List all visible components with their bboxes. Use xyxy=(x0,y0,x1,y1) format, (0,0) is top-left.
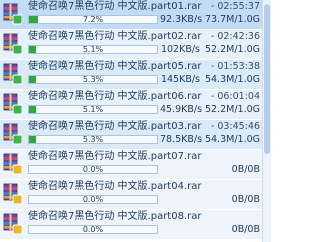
progress-percent: 0.0% xyxy=(82,195,104,204)
rar-archive-icon xyxy=(2,63,23,85)
progress-percent: 5.1% xyxy=(82,105,104,114)
downloaded-size: 54.3M/1.0G xyxy=(204,74,260,85)
time-remaining: - 06:01:04 xyxy=(210,91,260,102)
rar-archive-icon xyxy=(2,123,23,145)
downloaded-size: 52.2M/1.0G xyxy=(204,104,260,115)
progress-bar: 5.1% xyxy=(28,105,158,114)
download-row[interactable]: 使命召唤7黑色行动 中文版.part04.rar 0.0% 0B/0B xyxy=(0,180,262,210)
scrollbar-thumb[interactable] xyxy=(264,4,270,154)
file-name: 使命召唤7黑色行动 中文版.part02.rar xyxy=(28,31,202,42)
downloaded-size: 73.7M/1.0G xyxy=(204,14,260,25)
rar-archive-icon xyxy=(2,153,23,175)
time-remaining: - 02:55:37 xyxy=(210,1,260,12)
download-list: 使命召唤7黑色行动 中文版.part01.rar - 02:55:37 7.2%… xyxy=(0,0,262,242)
file-name: 使命召唤7黑色行动 中文版.part05.rar xyxy=(28,61,202,72)
progress-percent: 5.3% xyxy=(82,135,104,144)
rar-archive-icon xyxy=(2,183,23,205)
download-speed: 102KB/s xyxy=(160,44,200,55)
download-speed: 92.3KB/s xyxy=(160,14,203,25)
download-row[interactable]: 使命召唤7黑色行动 中文版.part03.rar - 03:45:46 5.3%… xyxy=(0,120,262,150)
download-row[interactable]: 使命召唤7黑色行动 中文版.part02.rar - 02:42:36 5.1%… xyxy=(0,30,262,60)
download-row[interactable]: 使命召唤7黑色行动 中文版.part08.rar 0.0% 0B/0B xyxy=(0,210,262,240)
progress-bar: 5.1% xyxy=(28,45,158,54)
download-row[interactable]: 使命召唤7黑色行动 中文版.part06.rar - 06:01:04 5.1%… xyxy=(0,90,262,120)
downloaded-size: 0B/0B xyxy=(231,194,260,205)
download-row[interactable]: 使命召唤7黑色行动 中文版.part05.rar - 01:53:38 5.3%… xyxy=(0,60,262,90)
time-remaining: - 02:42:36 xyxy=(210,31,260,42)
rar-archive-icon xyxy=(2,33,23,55)
rar-archive-icon xyxy=(2,213,23,235)
progress-percent: 0.0% xyxy=(82,165,104,174)
progress-bar: 5.3% xyxy=(28,75,158,84)
file-name: 使命召唤7黑色行动 中文版.part04.rar xyxy=(28,181,202,192)
progress-percent: 5.1% xyxy=(82,45,104,54)
progress-percent: 0.0% xyxy=(82,225,104,234)
time-remaining: - 03:45:46 xyxy=(210,121,260,132)
file-name: 使命召唤7黑色行动 中文版.part03.rar xyxy=(28,121,202,132)
downloaded-size: 54.3M/1.0G xyxy=(204,134,260,145)
rar-archive-icon xyxy=(2,3,23,25)
downloaded-size: 52.2M/1.0G xyxy=(204,44,260,55)
download-speed: 45.9KB/s xyxy=(160,104,203,115)
progress-bar: 0.0% xyxy=(28,195,158,204)
download-speed: 78.5KB/s xyxy=(160,134,203,145)
rar-archive-icon xyxy=(2,93,23,115)
file-name: 使命召唤7黑色行动 中文版.part01.rar xyxy=(28,1,202,12)
progress-bar: 7.2% xyxy=(28,15,158,24)
progress-percent: 7.2% xyxy=(82,15,104,24)
progress-bar: 5.3% xyxy=(28,135,158,144)
download-speed: 145KB/s xyxy=(160,74,200,85)
vertical-scrollbar[interactable] xyxy=(262,0,271,242)
file-name: 使命召唤7黑色行动 中文版.part07.rar xyxy=(28,151,202,162)
downloaded-size: 0B/0B xyxy=(231,224,260,235)
progress-bar: 0.0% xyxy=(28,165,158,174)
file-name: 使命召唤7黑色行动 中文版.part08.rar xyxy=(28,211,202,222)
file-name: 使命召唤7黑色行动 中文版.part06.rar xyxy=(28,91,202,102)
progress-percent: 5.3% xyxy=(82,75,104,84)
download-row[interactable]: 使命召唤7黑色行动 中文版.part07.rar 0.0% 0B/0B xyxy=(0,150,262,180)
download-row[interactable]: 使命召唤7黑色行动 中文版.part01.rar - 02:55:37 7.2%… xyxy=(0,0,262,30)
downloaded-size: 0B/0B xyxy=(231,164,260,175)
time-remaining: - 01:53:38 xyxy=(210,61,260,72)
progress-bar: 0.0% xyxy=(28,225,158,234)
